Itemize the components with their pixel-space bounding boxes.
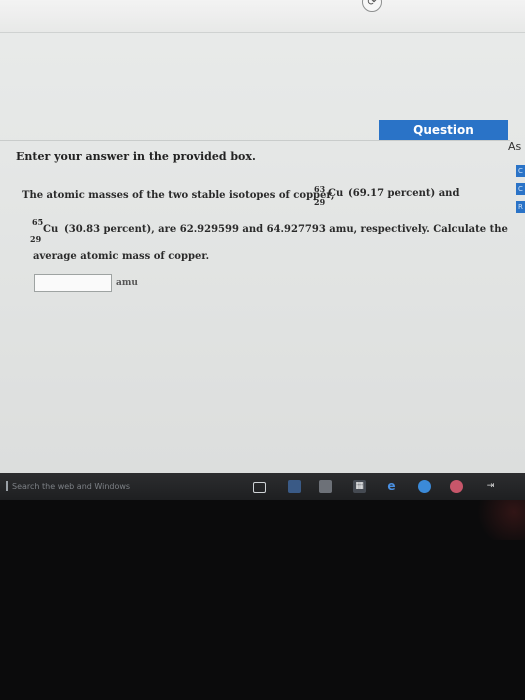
file-explorer-icon[interactable] <box>288 480 301 493</box>
folder-icon[interactable] <box>319 480 332 493</box>
side-chip-3[interactable]: R <box>516 201 525 213</box>
side-chip-1[interactable]: C <box>516 165 525 177</box>
tab-as[interactable]: As <box>508 140 521 153</box>
store-icon[interactable]: ▦ <box>353 480 366 493</box>
side-chip-2[interactable]: C <box>516 183 525 195</box>
tab-question[interactable]: Question <box>379 120 508 140</box>
task-view-icon[interactable] <box>253 482 266 493</box>
app-icon[interactable] <box>450 480 463 493</box>
isotope-2-symbol: Cu <box>43 224 59 235</box>
browser-top-strip: ⟳ <box>0 0 525 33</box>
answer-input[interactable] <box>34 274 112 292</box>
isotope-1-symbol: Cu <box>328 188 344 199</box>
browser-page: ⟳ Question As C C R Enter your answer in… <box>0 0 525 473</box>
answer-unit-label: amu <box>116 278 138 288</box>
isotope-2-atomic-number: 29 <box>30 234 42 244</box>
edge-icon[interactable]: e <box>385 480 398 493</box>
header-divider <box>0 140 510 141</box>
isotope-1-abundance: (69.17 percent) and <box>348 188 460 199</box>
question-line-2: (30.83 percent), are 62.929599 and 64.92… <box>64 224 508 235</box>
media-player-icon[interactable] <box>418 480 431 493</box>
isotope-1-mass-number: 63 <box>314 184 326 194</box>
instructions-text: Enter your answer in the provided box. <box>16 150 256 163</box>
isotope-2-mass-number: 65 <box>32 217 44 227</box>
isotope-1-atomic-number: 29 <box>314 197 326 207</box>
taskbar-search-input[interactable]: Search the web and Windows <box>12 479 232 494</box>
question-line-1: The atomic masses of the two stable isot… <box>22 190 335 201</box>
reload-icon[interactable]: ⟳ <box>362 0 382 12</box>
arrow-app-icon[interactable]: ⇥ <box>484 480 497 493</box>
monitor-bezel-reflection <box>470 500 525 540</box>
taskbar: Search the web and Windows ▦ e ⇥ <box>0 473 525 500</box>
question-line-3: average atomic mass of copper. <box>33 251 210 262</box>
start-button[interactable] <box>6 481 8 491</box>
